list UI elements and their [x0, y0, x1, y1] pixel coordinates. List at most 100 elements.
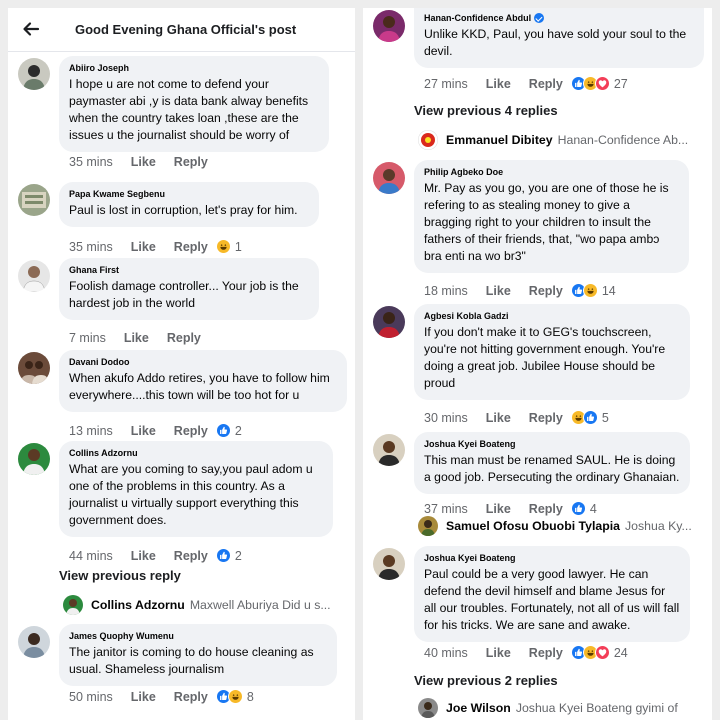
- avatar[interactable]: [373, 306, 405, 338]
- like-button[interactable]: Like: [131, 155, 156, 169]
- back-arrow-icon[interactable]: [21, 19, 41, 39]
- like-button[interactable]: Like: [131, 424, 156, 438]
- comment-bubble: Philip Agbeko Doe Mr. Pay as you go, you…: [414, 160, 689, 273]
- avatar[interactable]: [373, 548, 405, 580]
- comment-author[interactable]: Ghana First: [69, 264, 309, 276]
- avatar[interactable]: [373, 162, 405, 194]
- comment-actions: 37 mins Like Reply 4: [424, 501, 597, 516]
- avatar[interactable]: [18, 184, 50, 216]
- comment-author[interactable]: Abiiro Joseph: [69, 62, 319, 74]
- comment-author[interactable]: Joshua Kyei Boateng: [424, 552, 680, 564]
- comment-time: 40 mins: [424, 645, 468, 660]
- haha-reaction-icon: [215, 239, 231, 254]
- avatar[interactable]: [373, 434, 405, 466]
- like-button[interactable]: Like: [124, 331, 149, 345]
- avatar: [418, 698, 438, 718]
- comment-bubble: Hanan-Confidence Abdul Unlike KKD, Paul,…: [414, 8, 704, 68]
- view-previous-replies-link[interactable]: View previous 2 replies: [414, 673, 558, 688]
- comment-author[interactable]: Agbesi Kobla Gadzi: [424, 310, 680, 322]
- comment-author[interactable]: Joshua Kyei Boateng: [424, 438, 680, 450]
- reply-preview[interactable]: Emmanuel Dibitey Hanan-Confidence Ab...: [418, 130, 688, 150]
- comment-bubble: Collins Adzornu What are you coming to s…: [59, 441, 333, 537]
- comment-time: 18 mins: [424, 283, 468, 298]
- reply-button[interactable]: Reply: [174, 549, 208, 563]
- comment-time: 35 mins: [69, 155, 113, 169]
- right-post-panel: Hanan-Confidence Abdul Unlike KKD, Paul,…: [363, 8, 712, 720]
- comment-bubble: Ghana First Foolish damage controller...…: [59, 258, 319, 320]
- like-reaction-icon: [215, 423, 231, 438]
- comment-author[interactable]: Davani Dodoo: [69, 356, 337, 368]
- comment-time: 50 mins: [69, 689, 113, 704]
- comment-author[interactable]: Hanan-Confidence Abdul: [424, 12, 531, 24]
- comment-author[interactable]: Collins Adzornu: [69, 447, 323, 459]
- comment-author[interactable]: Philip Agbeko Doe: [424, 166, 679, 178]
- reaction-summary[interactable]: [215, 689, 243, 704]
- reply-button[interactable]: Reply: [529, 646, 563, 660]
- reply-preview[interactable]: Joe Wilson Joshua Kyei Boateng gyimi of: [418, 698, 678, 718]
- reaction-summary[interactable]: [215, 239, 231, 254]
- like-button[interactable]: Like: [486, 411, 511, 425]
- reaction-summary[interactable]: [570, 76, 610, 91]
- reply-button[interactable]: Reply: [174, 240, 208, 254]
- reaction-count: 4: [589, 501, 597, 516]
- reaction-summary[interactable]: [570, 501, 586, 516]
- like-button[interactable]: Like: [131, 240, 156, 254]
- reaction-summary[interactable]: [570, 410, 598, 425]
- comment-bubble: Joshua Kyei Boateng Paul could be a very…: [414, 546, 690, 642]
- reply-button[interactable]: Reply: [529, 77, 563, 91]
- comment-text: Foolish damage controller... Your job is…: [69, 279, 299, 310]
- like-button[interactable]: Like: [486, 284, 511, 298]
- reply-button[interactable]: Reply: [529, 411, 563, 425]
- comment-text: Unlike KKD, Paul, you have sold your sou…: [424, 27, 687, 58]
- like-button[interactable]: Like: [131, 549, 156, 563]
- like-button[interactable]: Like: [486, 77, 511, 91]
- reaction-summary[interactable]: [570, 645, 610, 660]
- reply-button[interactable]: Reply: [174, 424, 208, 438]
- reply-preview[interactable]: Collins Adzornu Maxwell Aburiya Did u s.…: [63, 595, 331, 615]
- comment-actions: 30 mins Like Reply 5: [424, 410, 609, 425]
- avatar[interactable]: [18, 352, 50, 384]
- comment-text: What are you coming to say,you paul adom…: [69, 462, 313, 527]
- like-button[interactable]: Like: [486, 646, 511, 660]
- reply-button[interactable]: Reply: [167, 331, 201, 345]
- post-header: Good Evening Ghana Official's post: [8, 8, 355, 52]
- comment-text: This man must be renamed SAUL. He is doi…: [424, 453, 680, 484]
- reply-button[interactable]: Reply: [174, 155, 208, 169]
- comment-author[interactable]: Papa Kwame Segbenu: [69, 188, 309, 200]
- reply-snippet: Joshua Kyei Boateng gyimi of: [515, 701, 678, 715]
- comment-actions: 40 mins Like Reply 24: [424, 645, 628, 660]
- reaction-summary[interactable]: [215, 548, 231, 563]
- like-reaction-icon: [582, 410, 598, 425]
- view-previous-replies-link[interactable]: View previous 4 replies: [414, 103, 558, 118]
- reply-button[interactable]: Reply: [529, 284, 563, 298]
- like-button[interactable]: Like: [131, 690, 156, 704]
- comment-time: 13 mins: [69, 423, 113, 438]
- reaction-summary[interactable]: [215, 423, 231, 438]
- comment-bubble: Davani Dodoo When akufo Addo retires, yo…: [59, 350, 347, 412]
- reply-preview[interactable]: Samuel Ofosu Obuobi Tylapia Joshua Ky...: [418, 516, 692, 536]
- reaction-count: 24: [613, 645, 628, 660]
- comment-time: 7 mins: [69, 331, 106, 345]
- view-previous-reply-link[interactable]: View previous reply: [59, 568, 181, 583]
- comment-bubble: Joshua Kyei Boateng This man must be ren…: [414, 432, 690, 494]
- comment-bubble: Papa Kwame Segbenu Paul is lost in corru…: [59, 182, 319, 227]
- comment-actions: 13 mins Like Reply 2: [69, 423, 242, 438]
- avatar[interactable]: [18, 260, 50, 292]
- comment-time: 44 mins: [69, 548, 113, 563]
- reaction-summary[interactable]: [570, 283, 598, 298]
- avatar[interactable]: [373, 10, 405, 42]
- avatar: [63, 595, 83, 615]
- avatar[interactable]: [18, 443, 50, 475]
- reply-button[interactable]: Reply: [174, 690, 208, 704]
- reply-button[interactable]: Reply: [529, 502, 563, 516]
- reply-snippet: Joshua Ky...: [625, 519, 692, 533]
- comment-actions: 18 mins Like Reply 14: [424, 283, 616, 298]
- like-button[interactable]: Like: [486, 502, 511, 516]
- avatar: [418, 516, 438, 536]
- reaction-count: 5: [601, 410, 609, 425]
- comment-author[interactable]: James Quophy Wumenu: [69, 630, 327, 642]
- love-reaction-icon: [594, 645, 610, 660]
- avatar[interactable]: [18, 626, 50, 658]
- avatar[interactable]: [18, 58, 50, 90]
- reaction-count: 2: [234, 423, 242, 438]
